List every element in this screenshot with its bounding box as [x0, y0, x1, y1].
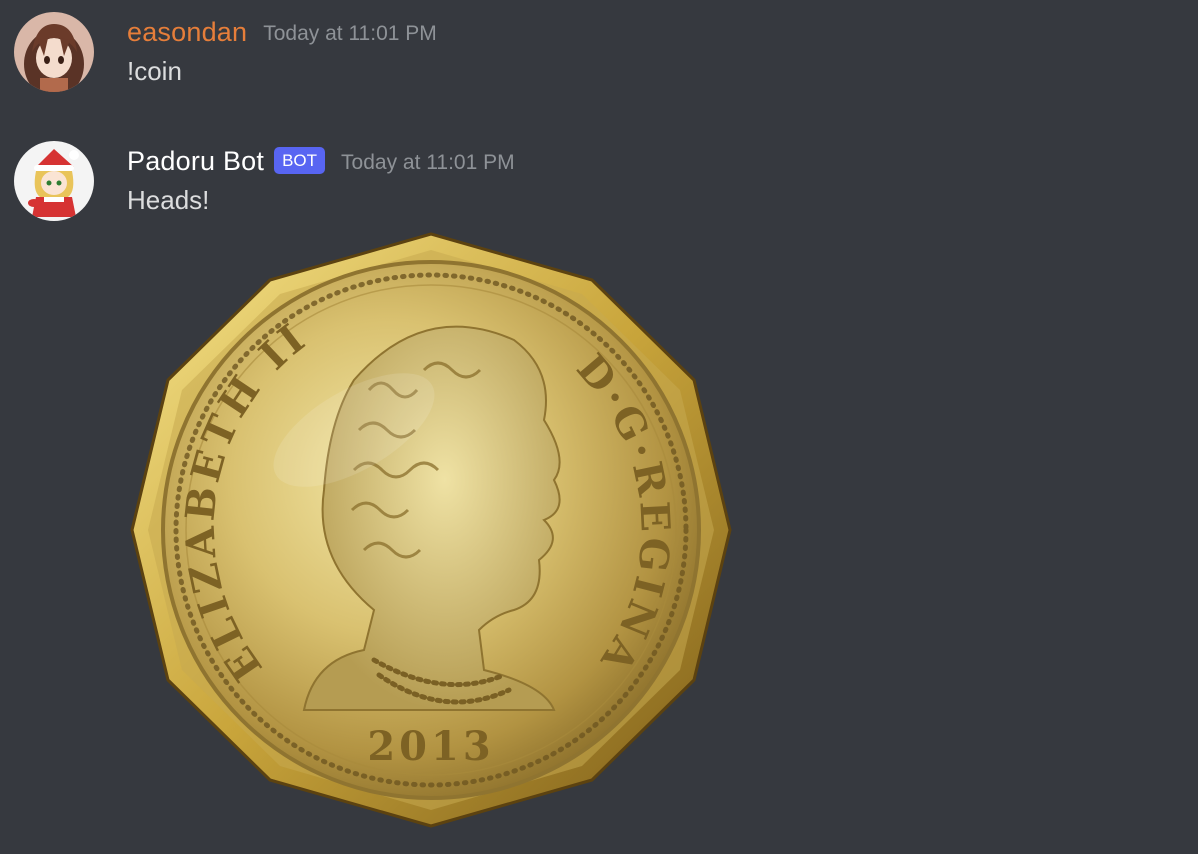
coin-image-attachment[interactable]: ELIZABETH II D·G·REGINA 2013	[124, 230, 738, 830]
message-header: Padoru Bot BOT Today at 11:01 PM	[127, 143, 515, 179]
bot-badge: BOT	[274, 146, 326, 174]
message-header: easondan Today at 11:01 PM	[127, 14, 437, 50]
bot-avatar[interactable]	[14, 141, 94, 221]
username[interactable]: easondan	[127, 17, 247, 48]
timestamp[interactable]: Today at 11:01 PM	[341, 151, 515, 175]
message-content: !coin	[127, 56, 182, 86]
user-avatar[interactable]	[14, 12, 94, 92]
timestamp[interactable]: Today at 11:01 PM	[263, 22, 437, 46]
username[interactable]: Padoru Bot	[127, 146, 264, 177]
coin-year: 2013	[367, 723, 494, 770]
message-content: Heads!	[127, 185, 210, 215]
